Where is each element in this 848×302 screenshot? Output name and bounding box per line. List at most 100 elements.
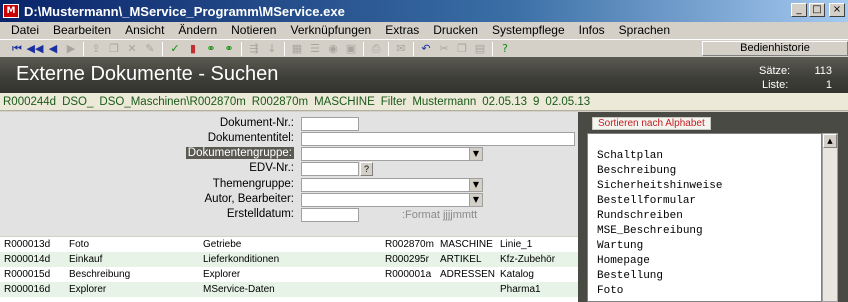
menu-ansicht[interactable]: Ansicht [118,23,171,37]
cell-group: Explorer [69,284,107,295]
menu-infos[interactable]: Infos [572,23,612,37]
toolbar-separator [363,41,364,56]
list-item[interactable]: Foto [597,285,623,297]
delete-icon[interactable]: ✕ [123,41,141,57]
next-record-icon[interactable]: ▶ [62,41,80,57]
list-label: Liste: [762,79,789,91]
list-item[interactable]: Bestellformular [597,195,696,207]
edv-no-field[interactable] [301,162,359,176]
list-item[interactable]: MSE_Beschreibung [597,225,703,237]
info-date-modified: 02.05.13 [545,95,591,108]
list-item[interactable]: Bestellung [597,270,663,282]
help-icon[interactable]: ? [496,41,514,57]
cell-ref-id: R000001a [385,269,432,280]
cell-ref-name: Linie_1 [500,239,533,250]
paste-icon[interactable]: ▤ [471,41,489,57]
scroll-up-icon[interactable]: ▲ [823,134,837,148]
previous-record-icon[interactable]: ◀ [44,41,62,57]
list-scrollbar[interactable]: ▲ [822,133,838,302]
menu-extras[interactable]: Extras [378,23,426,37]
undo-icon[interactable]: ↶ [417,41,435,57]
menu-systempflege[interactable]: Systempflege [485,23,572,37]
menu-bar: Datei Bearbeiten Ansicht Ändern Notieren… [0,22,848,38]
minimize-button[interactable]: _ [791,3,807,17]
list-icon[interactable]: ☰ [306,41,324,57]
chevron-down-icon[interactable]: ▼ [469,179,482,191]
edv-no-label: EDV-Nr.: [249,162,294,174]
list-item[interactable]: Schaltplan [597,150,663,162]
chevron-down-icon[interactable]: ▼ [469,148,482,160]
cell-doc-id: R000014d [4,254,51,265]
export-icon[interactable]: ⇪ [87,41,105,57]
view-icon[interactable]: ◉ [324,41,342,57]
window-controls: _ □ × [791,3,845,17]
search-form: Dokument-Nr.: Dokumententitel: Dokumente… [0,112,578,236]
toolbar-separator [388,41,389,56]
share-icon[interactable]: ⇶ [245,41,263,57]
sort-icon[interactable]: ↓ [263,41,281,57]
mail-icon[interactable]: ✉ [392,41,410,57]
table-row[interactable]: R000016d Explorer MService-Daten Pharma1 [0,282,578,297]
first-record-icon[interactable]: ⏮ [8,41,26,57]
print-icon[interactable]: ⎙ [367,41,385,57]
menu-bearbeiten[interactable]: Bearbeiten [46,23,118,37]
document-group-dropdown[interactable]: ▼ [301,147,483,161]
menu-datei[interactable]: Datei [4,23,46,37]
row-document-group: Dokumentengruppe: ▼ [0,147,578,162]
cell-ref-name: Katalog [500,269,534,280]
document-no-field[interactable] [301,117,359,131]
toolbar-separator [413,41,414,56]
created-date-field[interactable] [301,208,359,222]
table-row[interactable]: R000015d Beschreibung Explorer R000001a … [0,267,578,282]
list-item[interactable]: Homepage [597,255,650,267]
cell-ref-name: Kfz-Zubehör [500,254,556,265]
cell-ref-table: ADRESSEN [440,269,496,280]
list-item[interactable]: Beschreibung [597,165,676,177]
toolbar-separator [83,41,84,56]
book-icon[interactable]: ▮ [184,41,202,57]
document-title-field[interactable] [301,132,575,146]
table-row[interactable]: R000013d Foto Getriebe R002870m MASCHINE… [0,237,578,252]
info-doc-group: DSO_ [62,95,94,108]
close-button[interactable]: × [829,3,845,17]
maximize-button[interactable]: □ [809,3,825,17]
group-list: Schaltplan Beschreibung Sicherheitshinwe… [587,133,822,302]
edit-icon[interactable]: ✎ [141,41,159,57]
previous-page-icon[interactable]: ◀◀ [26,41,44,57]
confirm-icon[interactable]: ✓ [166,41,184,57]
cell-group: Foto [69,239,90,250]
cell-ref-id: R000295r [385,254,429,265]
copy2-icon[interactable]: ❐ [453,41,471,57]
menu-notieren[interactable]: Notieren [224,23,283,37]
edv-lookup-button[interactable]: ? [360,162,373,176]
author-dropdown[interactable]: ▼ [301,193,483,207]
list-item[interactable]: Sicherheitshinweise [597,180,722,192]
unlink-icon[interactable]: ⚭ [220,41,238,57]
list-item[interactable]: Rundschreiben [597,210,683,222]
history-button[interactable]: Bedienhistorie [702,41,848,56]
chevron-down-icon[interactable]: ▼ [469,194,482,206]
cut-icon[interactable]: ✂ [435,41,453,57]
sort-alphabetical-button[interactable]: Sortieren nach Alphabet [592,117,711,130]
author-label: Autor, Bearbeiter: [204,193,295,205]
copy-icon[interactable]: ❐ [105,41,123,57]
menu-verknuepfungen[interactable]: Verknüpfungen [283,23,378,37]
app-icon[interactable]: M [3,4,19,18]
list-item[interactable]: Wartung [597,240,643,252]
building-icon[interactable]: ▦ [288,41,306,57]
cell-title: Getriebe [203,239,242,250]
topic-group-dropdown[interactable]: ▼ [301,178,483,192]
image-icon[interactable]: ▣ [342,41,360,57]
records-count: 113 [814,65,832,77]
menu-sprachen[interactable]: Sprachen [612,23,677,37]
info-number: 9 [533,95,540,108]
list-count: 1 [825,79,832,91]
row-document-title: Dokumententitel: [0,132,578,147]
menu-drucken[interactable]: Drucken [426,23,485,37]
menu-aendern[interactable]: Ändern [171,23,224,37]
cell-doc-id: R000015d [4,269,51,280]
cell-doc-id: R000013d [4,239,51,250]
title-bar[interactable]: M D:\Mustermann\_MService_Programm\MServ… [0,0,848,22]
table-row[interactable]: R000014d Einkauf Lieferkonditionen R0002… [0,252,578,267]
link-icon[interactable]: ⚭ [202,41,220,57]
